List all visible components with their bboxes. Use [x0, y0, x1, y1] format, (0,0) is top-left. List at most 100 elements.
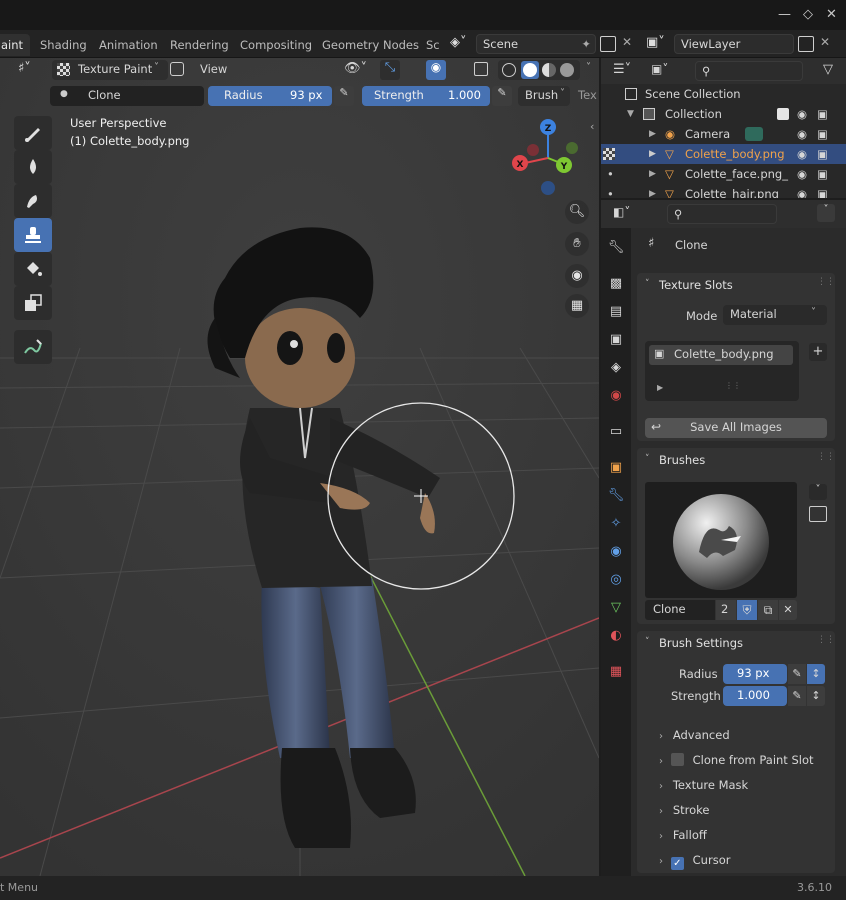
- resize-handle-icon[interactable]: ⋮⋮: [725, 381, 741, 390]
- annotate-tool-button[interactable]: [14, 330, 52, 364]
- eye-icon[interactable]: ◉: [797, 124, 807, 144]
- remove-view-layer-icon[interactable]: ✕: [820, 35, 830, 49]
- tool-tab-icon[interactable]: 🔧︎: [606, 238, 626, 258]
- dot-icon[interactable]: •: [607, 164, 614, 184]
- smear-tool-button[interactable]: [14, 184, 52, 218]
- soften-tool-button[interactable]: [14, 150, 52, 184]
- add-slot-icon[interactable]: +: [809, 343, 827, 361]
- scene-icon[interactable]: ◈˅: [450, 35, 474, 53]
- save-all-images-button[interactable]: ↩ Save All Images: [645, 418, 827, 438]
- tab-shading[interactable]: Shading: [33, 34, 94, 56]
- brush-image-icon[interactable]: [809, 506, 827, 522]
- expand-arrow-icon[interactable]: ▶: [649, 124, 656, 144]
- gizmo-neg-x-icon[interactable]: [527, 144, 539, 156]
- editor-type-icon[interactable]: ☰˅: [613, 62, 631, 77]
- outliner-item-camera[interactable]: ▶ ◉ Camera ◉ ▣: [601, 124, 846, 144]
- drag-handle-icon[interactable]: ⋮⋮: [817, 635, 835, 645]
- pin-icon[interactable]: ✦: [581, 35, 591, 53]
- output-tab-icon[interactable]: ▤: [606, 302, 626, 322]
- eye-icon[interactable]: ◉: [797, 184, 807, 198]
- paint-mask-toggle-icon[interactable]: [170, 62, 184, 76]
- 3d-viewport[interactable]: Z X Y User Perspective (1) Colette_body.…: [0, 58, 599, 876]
- texture-slot-item[interactable]: ▣ Colette_body.png: [649, 345, 793, 365]
- outliner-scene-collection[interactable]: Scene Collection: [601, 84, 846, 104]
- material-shading-icon[interactable]: [542, 63, 556, 77]
- brushes-title[interactable]: Brushes: [637, 448, 705, 472]
- texture-mode-dropdown[interactable]: Material ˅: [723, 305, 827, 325]
- gizmo-neg-z-icon[interactable]: [541, 181, 555, 195]
- strength-unit-icon[interactable]: ↕: [807, 686, 825, 706]
- zoom-icon[interactable]: 🔍︎: [565, 200, 589, 224]
- object-tab-icon[interactable]: ▣: [606, 458, 626, 478]
- display-mode-icon[interactable]: ▣˅: [651, 62, 668, 76]
- subpanel-advanced[interactable]: › Advanced: [659, 725, 730, 745]
- render-tab-icon[interactable]: ▩: [606, 274, 626, 294]
- radius-pressure-icon[interactable]: ✎: [788, 664, 806, 684]
- shading-options-icon[interactable]: ˅: [586, 62, 591, 73]
- view-menu[interactable]: View: [200, 62, 227, 76]
- overlay-toggle-icon[interactable]: ◉: [426, 60, 446, 80]
- tab-rendering[interactable]: Rendering: [163, 34, 236, 56]
- solid-shading-button[interactable]: [521, 61, 539, 79]
- eye-icon[interactable]: ◉: [797, 144, 807, 164]
- camera-render-icon[interactable]: ▣: [817, 164, 828, 184]
- brush-menu-chevron-icon[interactable]: ˅: [809, 484, 827, 500]
- data-tab-icon[interactable]: ▽: [606, 598, 626, 618]
- eye-icon[interactable]: ◉: [797, 104, 807, 124]
- world-tab-icon[interactable]: ◉: [606, 386, 626, 406]
- maximize-icon[interactable]: ◇: [803, 7, 813, 22]
- properties-search-input[interactable]: ⚲: [667, 204, 777, 224]
- editor-type-icon[interactable]: ◧˅: [613, 205, 630, 219]
- xray-toggle-icon[interactable]: [474, 62, 488, 76]
- unlink-brush-icon[interactable]: ✕: [779, 600, 797, 620]
- radius-field[interactable]: 93 px: [723, 664, 787, 684]
- clone-slot-checkbox[interactable]: [670, 753, 684, 766]
- outliner-item-colette-hair[interactable]: • ▶ ▽ Colette_hair.png ◉ ▣: [601, 184, 846, 198]
- ortho-grid-icon[interactable]: ▦: [565, 294, 589, 318]
- mode-dropdown[interactable]: Texture Paint ˅: [52, 60, 168, 80]
- subpanel-texture-mask[interactable]: › Texture Mask: [659, 775, 748, 795]
- pan-hand-icon[interactable]: ✋︎: [565, 232, 589, 256]
- tab-compositing[interactable]: Compositing: [233, 34, 319, 56]
- texture-tab-icon[interactable]: ▦: [606, 662, 626, 682]
- collection-tab-icon[interactable]: ▭: [606, 422, 626, 442]
- subpanel-falloff[interactable]: › Falloff: [659, 825, 707, 845]
- radius-unit-icon[interactable]: ↕: [807, 664, 825, 684]
- brush-menu[interactable]: Brush ˅: [518, 86, 570, 106]
- options-chevron-icon[interactable]: ˅: [817, 204, 835, 222]
- new-view-layer-icon[interactable]: [798, 36, 814, 52]
- strength-pressure-icon[interactable]: ✎: [788, 686, 806, 706]
- include-checkbox[interactable]: [777, 108, 789, 120]
- expand-arrow-icon[interactable]: ▶: [649, 164, 656, 184]
- rendered-shading-icon[interactable]: [560, 63, 574, 77]
- outliner-search-input[interactable]: ⚲: [695, 61, 803, 81]
- expand-arrow-icon[interactable]: ▶: [649, 144, 656, 164]
- subpanel-clone-from-paint-slot[interactable]: › Clone from Paint Slot: [659, 750, 814, 770]
- wireframe-shading-icon[interactable]: [502, 63, 516, 77]
- draw-tool-button[interactable]: [14, 116, 52, 150]
- brush-settings-title[interactable]: Brush Settings: [637, 631, 743, 655]
- tab-geometry-nodes[interactable]: Geometry Nodes: [315, 34, 426, 56]
- camera-render-icon[interactable]: ▣: [817, 144, 828, 164]
- camera-render-icon[interactable]: ▣: [817, 184, 828, 198]
- outliner-collection[interactable]: ▼ Collection ◉ ▣: [601, 104, 846, 124]
- scene-tab-icon[interactable]: ◈: [606, 358, 626, 378]
- view-layer-tab-icon[interactable]: ▣: [606, 330, 626, 350]
- drag-handle-icon[interactable]: ⋮⋮: [817, 452, 835, 462]
- view-layer-icon[interactable]: ▣˅: [646, 35, 665, 50]
- material-tab-icon[interactable]: ◐: [606, 626, 626, 646]
- remove-scene-icon[interactable]: ✕: [622, 35, 632, 49]
- visibility-icon[interactable]: 👁︎˅: [344, 61, 367, 76]
- tab-texture-paint[interactable]: aint: [0, 34, 31, 56]
- expand-arrow-icon[interactable]: ▼: [627, 104, 634, 124]
- radius-slider[interactable]: Radius 93 px: [208, 86, 332, 106]
- editor-type-icon[interactable]: ♯˅: [18, 61, 31, 76]
- brush-selector[interactable]: ● Clone: [50, 86, 204, 106]
- expand-arrow-icon[interactable]: ▶: [649, 184, 656, 198]
- camera-render-icon[interactable]: ▣: [817, 104, 828, 124]
- new-scene-icon[interactable]: [600, 36, 616, 52]
- duplicate-brush-icon[interactable]: ⧉: [758, 600, 778, 620]
- texture-menu[interactable]: Tex: [578, 88, 597, 102]
- clone-tool-button[interactable]: [14, 218, 52, 252]
- sidebar-toggle-icon[interactable]: ‹: [590, 120, 594, 133]
